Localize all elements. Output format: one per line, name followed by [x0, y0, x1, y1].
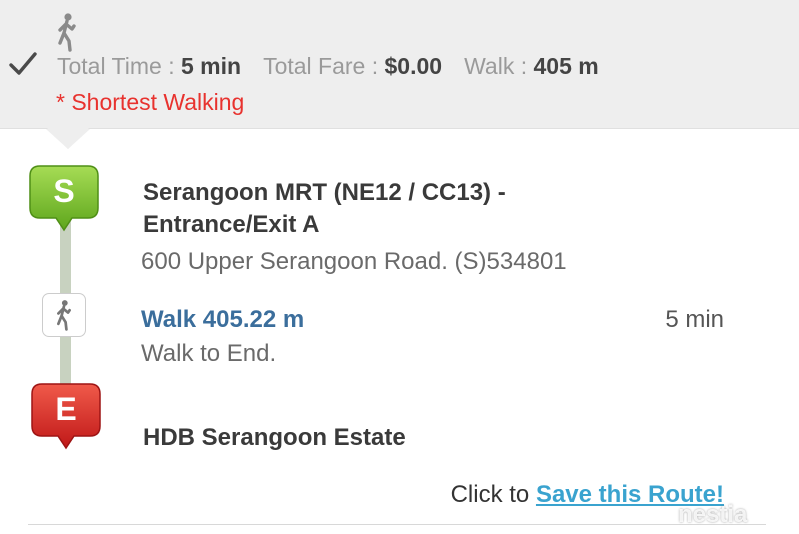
- walking-person-icon: [58, 13, 76, 52]
- save-route-row: Click to Save this Route!: [0, 478, 724, 512]
- total-fare-label: Total Fare :: [263, 53, 385, 79]
- total-time-label: Total Time :: [57, 53, 181, 79]
- watermark: nestia: [678, 501, 748, 528]
- summary-pointer: [46, 127, 90, 149]
- walk-label: Walk :: [464, 53, 534, 79]
- end-marker-icon: E: [28, 378, 104, 458]
- check-icon: [9, 52, 37, 75]
- route-stats: Total Time : 5 min Total Fare : $0.00 Walk…: [57, 52, 599, 80]
- shortest-walking-tag: * Shortest Walking: [56, 89, 245, 115]
- save-route-prefix: Click to: [450, 481, 536, 508]
- start-marker-icon: S: [26, 160, 102, 240]
- total-fare-value: $0.00: [384, 53, 443, 79]
- route-summary-panel[interactable]: Total Time : 5 min Total Fare : $0.00 Walk…: [0, 0, 799, 129]
- divider: [28, 524, 766, 525]
- walk-step-note: Walk to End.: [141, 340, 277, 367]
- end-stop-name: HDB Serangoon Estate: [143, 424, 406, 451]
- walk-step-duration: 5 min: [665, 306, 724, 333]
- start-stop-name: Serangoon MRT (NE12 / CC13) - Entrance/E…: [143, 179, 506, 238]
- total-time-value: 5 min: [180, 53, 242, 79]
- start-stop-address: 600 Upper Serangoon Road. (S)534801: [141, 248, 567, 275]
- start-marker-letter: S: [53, 173, 75, 209]
- walk-step-distance: Walk 405.22 m: [141, 306, 305, 333]
- walk-step-icon: [42, 293, 86, 337]
- walk-value: 405 m: [533, 53, 599, 79]
- end-marker-letter: E: [55, 391, 77, 427]
